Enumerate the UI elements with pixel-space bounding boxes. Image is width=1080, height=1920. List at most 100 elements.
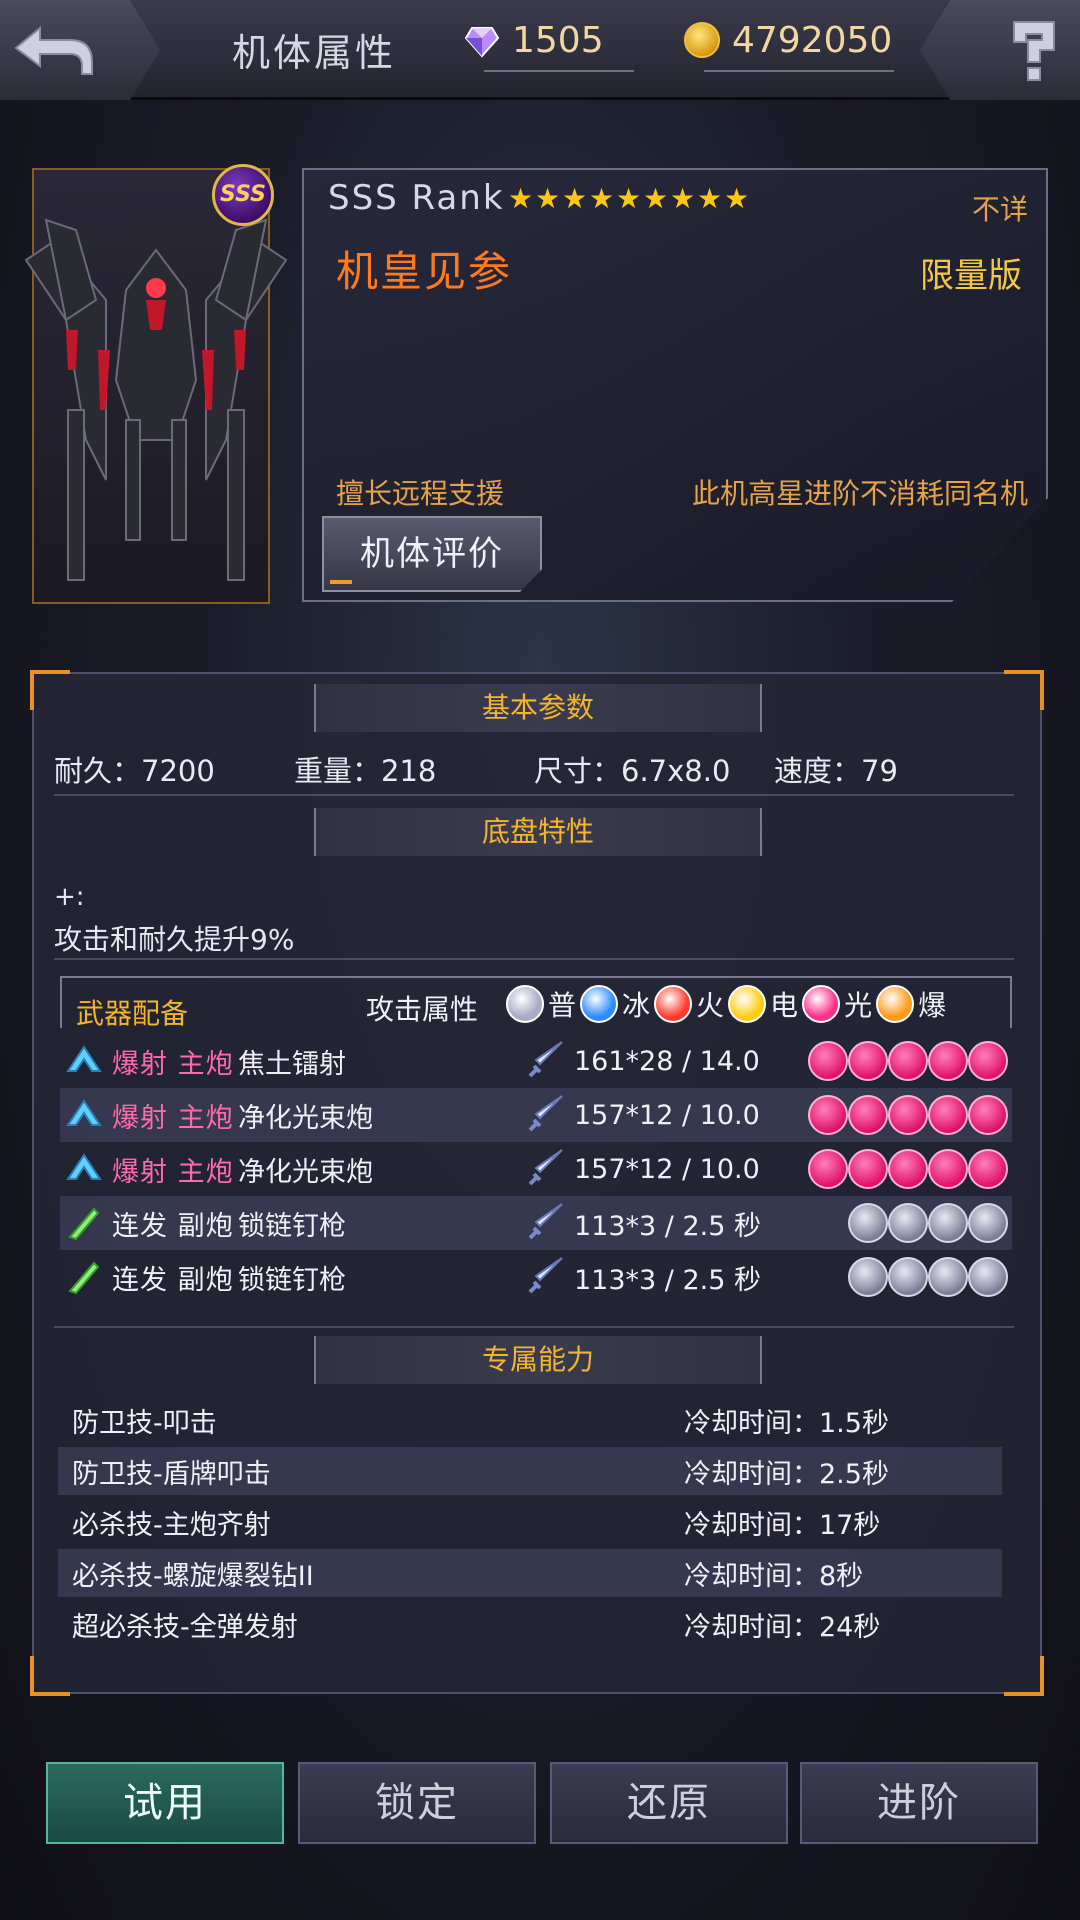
element-icon: [580, 985, 619, 1023]
element-icon: [802, 985, 841, 1023]
weapon-row[interactable]: 连发 副炮 锁链钉枪 113*3 / 2.5 秒: [60, 1250, 1012, 1304]
element-icon: [876, 985, 915, 1023]
diamond-icon: [464, 27, 500, 58]
weapon-type: 爆射 主炮: [112, 1156, 234, 1188]
chassis-trait-text: 攻击和耐久提升9%: [54, 923, 295, 956]
gem-underline: [484, 70, 634, 72]
normal-element-icon: [848, 1203, 888, 1243]
back-button[interactable]: [0, 0, 160, 100]
mech-portrait-card[interactable]: SSS: [24, 164, 288, 604]
element-legend-item: 火: [654, 984, 726, 1024]
normal-element-icon: [888, 1257, 928, 1297]
normal-element-icon: [848, 1257, 888, 1297]
skill-name: 防卫技-盾牌叩击: [72, 1458, 271, 1490]
rank-label: SSS Rank: [328, 178, 505, 218]
skill-row[interactable]: 防卫技-盾牌叩击 冷却时间：2.5秒: [58, 1447, 1002, 1495]
divider: [54, 1326, 1014, 1328]
corner-decoration: [1004, 1656, 1044, 1696]
element-pips: [808, 1041, 1008, 1081]
normal-element-icon: [968, 1203, 1008, 1243]
coin-value: 4792050: [732, 19, 893, 61]
element-legend-item: 电: [728, 984, 800, 1024]
corner-decoration: [30, 1656, 70, 1696]
attack-attr-label: 攻击属性: [366, 993, 479, 1026]
element-icon: [506, 985, 544, 1023]
chassis-trait-header: 底盘特性: [314, 808, 762, 856]
exclusive-skills-header: 专属能力: [314, 1336, 762, 1384]
skill-row[interactable]: 必杀技-主炮齐射 冷却时间：17秒: [58, 1498, 1002, 1546]
restore-button[interactable]: 还原: [550, 1762, 788, 1844]
star-icon: ★: [616, 182, 642, 215]
element-icon: [728, 985, 767, 1023]
weapon-row[interactable]: 爆射 主炮 净化光束炮 157*12 / 10.0: [60, 1088, 1012, 1142]
light-element-icon: [808, 1149, 848, 1189]
weapon-row[interactable]: 爆射 主炮 焦土镭射 161*28 / 14.0: [60, 1034, 1012, 1088]
element-pips: [848, 1203, 1008, 1243]
skill-row[interactable]: 必杀技-螺旋爆裂钻II 冷却时间：8秒: [58, 1549, 1002, 1597]
limited-edition-label: 限量版: [920, 256, 1022, 296]
burst-weapon-icon: [66, 1045, 102, 1072]
weapon-damage: 161*28 / 14.0: [574, 1045, 760, 1077]
help-button[interactable]: [920, 0, 1080, 100]
element-pips: [808, 1149, 1008, 1189]
mech-name: 机皇见参: [336, 247, 513, 296]
weapon-damage: 113*3 / 2.5 秒: [574, 1264, 761, 1296]
sss-rank-badge: SSS: [212, 164, 274, 226]
weapons-list[interactable]: 武器配备 攻击属性 普冰火电光爆 爆射 主炮 焦土镭射 161*28 / 14.0 爆…: [60, 976, 1012, 1320]
divider: [54, 958, 1014, 960]
sword-icon: [528, 1095, 563, 1132]
weapon-row[interactable]: 爆射 主炮 净化光束炮 157*12 / 10.0: [60, 1142, 1012, 1196]
weapon-name: 焦土镭射: [238, 1048, 346, 1080]
chassis-plus-label: +:: [54, 882, 85, 912]
gem-counter: 1505: [464, 14, 634, 72]
mech-portrait-image: [24, 218, 288, 581]
weapon-type: 爆射 主炮: [112, 1048, 234, 1080]
corner-decoration: [1004, 670, 1044, 710]
skill-cooldown: 冷却时间：8秒: [684, 1560, 864, 1592]
weapon-type: 连发 副炮: [112, 1264, 234, 1296]
skill-name: 必杀技-螺旋爆裂钻II: [72, 1560, 314, 1592]
trial-button[interactable]: 试用: [46, 1762, 284, 1844]
basic-params-row: 耐久：7200 重量：218 尺寸：6.7x8.0 速度：79: [54, 748, 1014, 790]
star-icon: ★: [670, 182, 696, 215]
weapons-title: 武器配备: [76, 997, 189, 1030]
coin-icon: [684, 22, 720, 58]
weapon-row[interactable]: 连发 副炮 锁链钉枪 113*3 / 2.5 秒: [60, 1196, 1012, 1250]
normal-element-icon: [888, 1203, 928, 1243]
star-icon: ★: [643, 182, 669, 215]
weapon-name: 锁链钉枪: [238, 1210, 346, 1242]
mech-review-button[interactable]: 机体评价: [322, 516, 542, 592]
light-element-icon: [848, 1149, 888, 1189]
skill-cooldown: 冷却时间：24秒: [684, 1611, 881, 1643]
lock-button[interactable]: 锁定: [298, 1762, 536, 1844]
weapon-type: 爆射 主炮: [112, 1102, 234, 1134]
light-element-icon: [928, 1149, 968, 1189]
star-icon: ★: [589, 182, 615, 215]
skill-cooldown: 冷却时间：2.5秒: [684, 1458, 889, 1490]
size-stat: 尺寸：6.7x8.0: [534, 754, 731, 788]
element-legend-item: 普: [506, 984, 578, 1024]
advance-button[interactable]: 进阶: [800, 1762, 1038, 1844]
light-element-icon: [968, 1149, 1008, 1189]
star-icon: ★: [508, 182, 534, 215]
element-label: 冰: [622, 989, 651, 1022]
element-legend-item: 爆: [876, 984, 948, 1024]
weapon-name: 净化光束炮: [238, 1156, 373, 1188]
weapon-damage: 157*12 / 10.0: [574, 1099, 760, 1131]
skill-name: 必杀技-主炮齐射: [72, 1509, 271, 1541]
normal-element-icon: [928, 1257, 968, 1297]
element-label: 电: [770, 989, 799, 1022]
light-element-icon: [968, 1095, 1008, 1135]
weapon-type: 连发 副炮: [112, 1210, 234, 1242]
element-icon: [654, 985, 693, 1023]
skill-row[interactable]: 超必杀技-全弹发射 冷却时间：24秒: [58, 1600, 1002, 1648]
question-mark-icon: [1013, 21, 1055, 81]
element-pips: [808, 1095, 1008, 1135]
element-label: 光: [844, 989, 873, 1022]
skill-row[interactable]: 防卫技-叩击 冷却时间：1.5秒: [58, 1396, 1002, 1444]
element-legend-item: 光: [802, 984, 874, 1024]
weapon-name: 净化光束炮: [238, 1102, 373, 1134]
star-icon: ★: [562, 182, 588, 215]
sword-icon: [528, 1041, 563, 1078]
weight-stat: 重量：218: [294, 754, 437, 788]
